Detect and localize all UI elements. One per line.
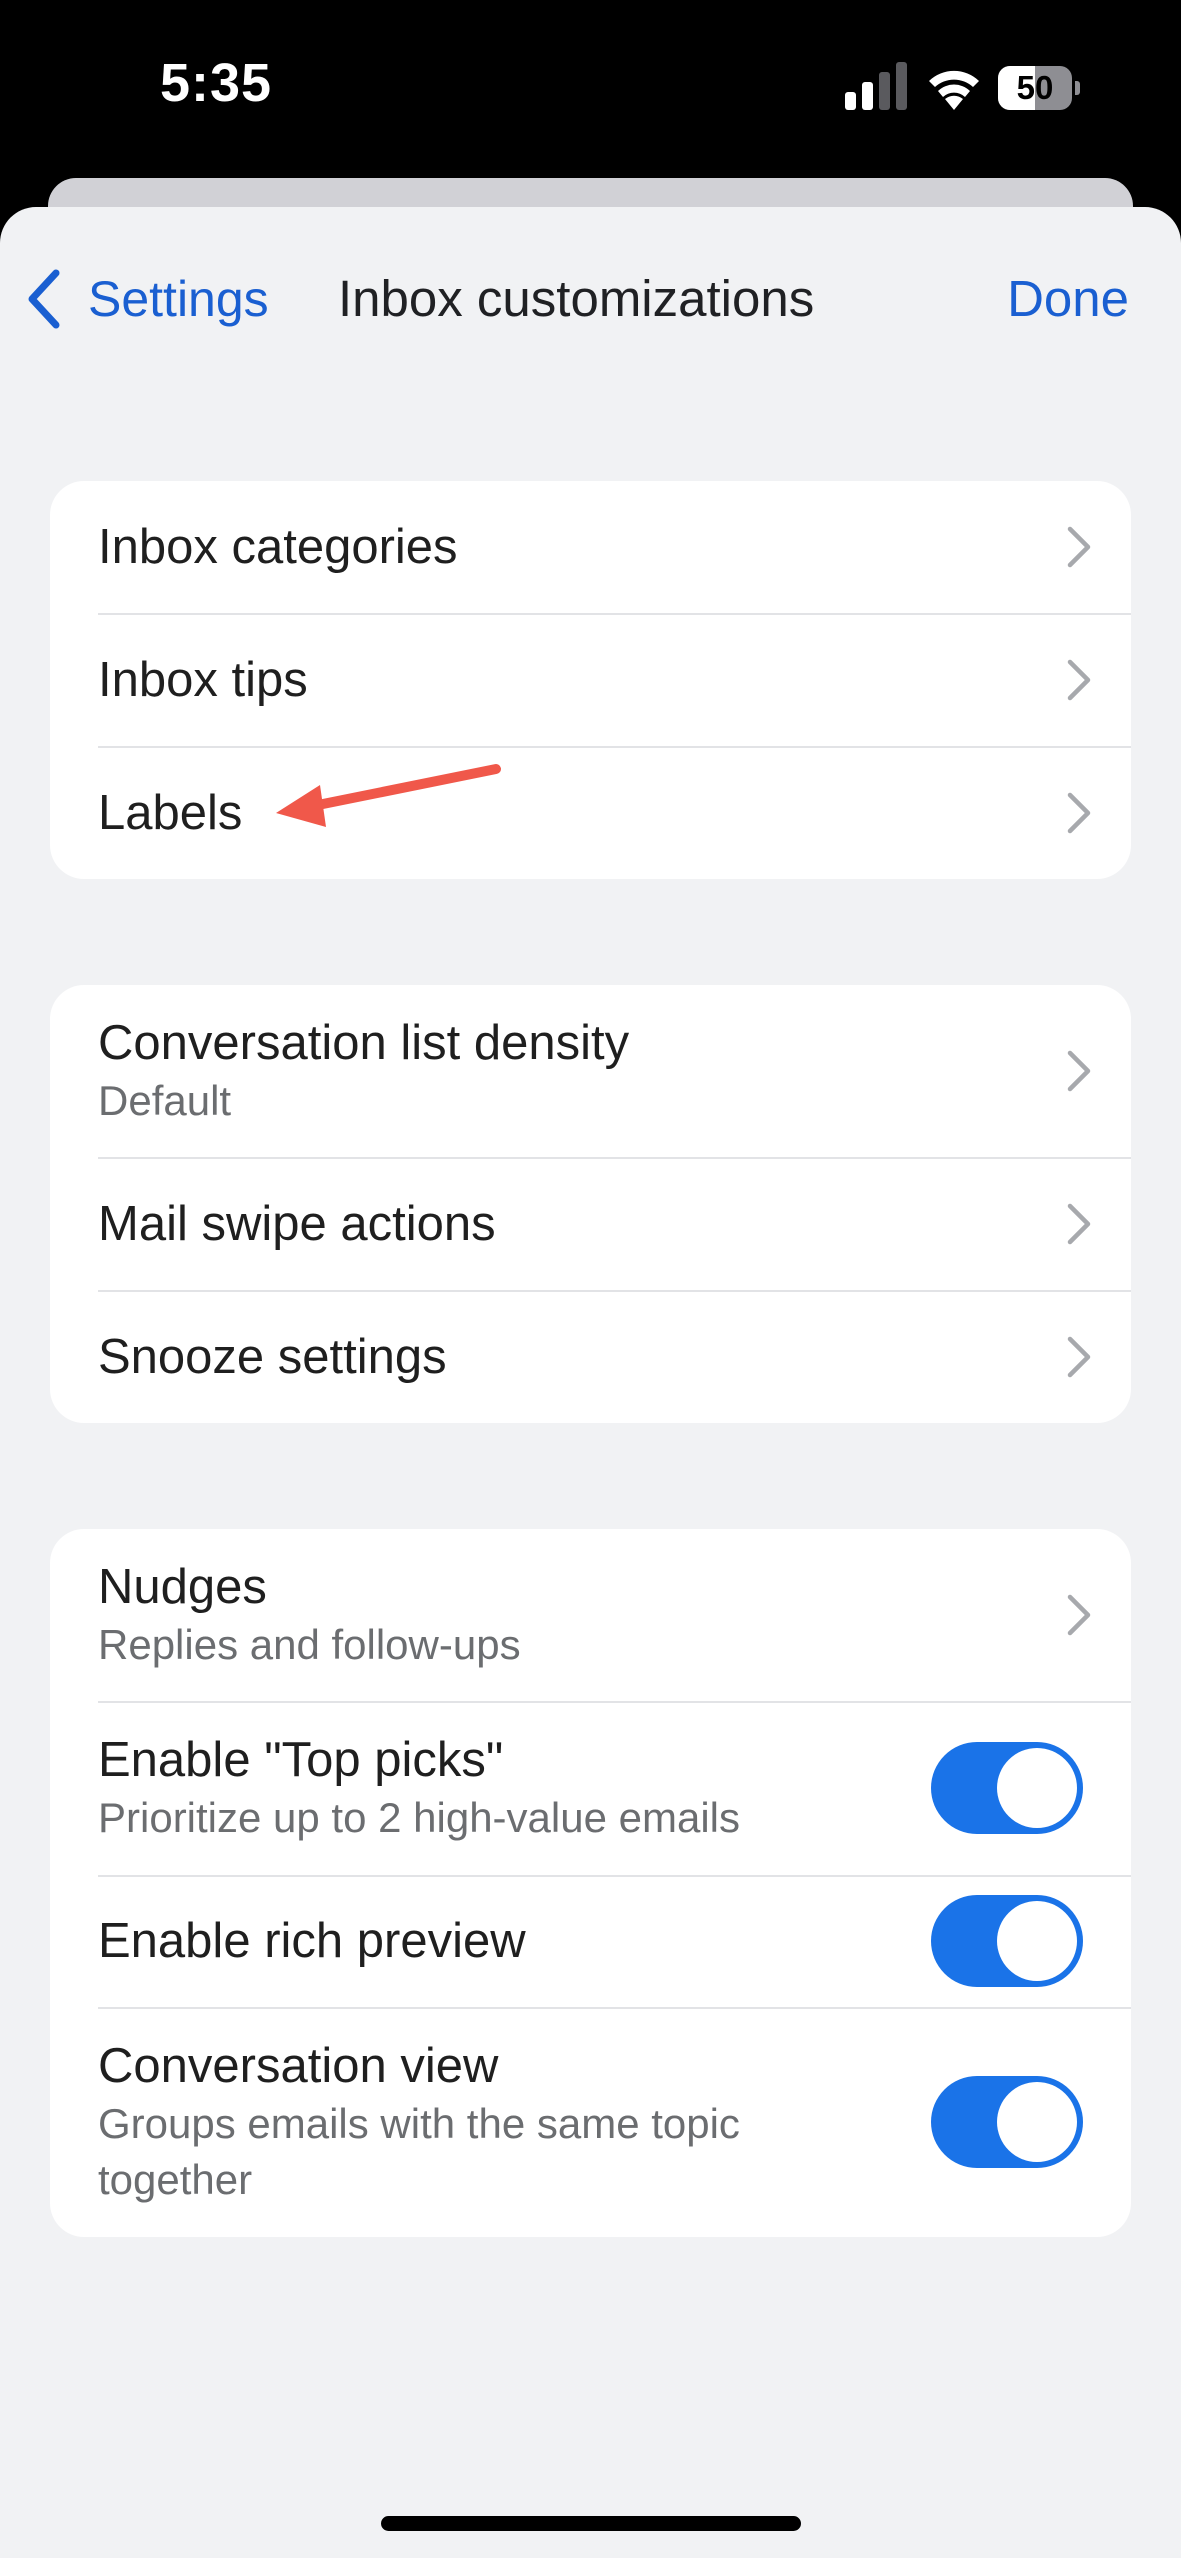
row-title: Mail swipe actions — [98, 1196, 496, 1251]
chevron-right-icon — [1067, 1336, 1091, 1377]
row-snooze-settings[interactable]: Snooze settings — [50, 1290, 1131, 1423]
row-subtitle: Groups emails with the same topic togeth… — [98, 2100, 740, 2203]
done-button[interactable]: Done — [1007, 259, 1129, 339]
row-labels[interactable]: Labels — [50, 746, 1131, 879]
wifi-icon — [929, 70, 979, 110]
chevron-left-icon — [28, 269, 60, 329]
chevron-right-icon — [1067, 1050, 1091, 1092]
row-top-picks: Enable "Top picks" Prioritize up to 2 hi… — [50, 1701, 1131, 1875]
settings-group-features: Nudges Replies and follow-ups Enable "To… — [50, 1529, 1131, 2237]
row-conversation-list-density[interactable]: Conversation list density Default — [50, 985, 1131, 1157]
row-title: Inbox categories — [98, 520, 458, 574]
row-title: Conversation list density — [98, 1016, 630, 1070]
battery-level: 50 — [1016, 69, 1054, 106]
cellular-signal-icon — [845, 62, 907, 110]
row-title: Nudges — [98, 1560, 267, 1614]
row-title: Labels — [98, 785, 243, 840]
page-title: Inbox customizations — [338, 270, 815, 327]
row-rich-preview: Enable rich preview — [50, 1875, 1131, 2007]
settings-group-inbox: Inbox categories Inbox tips Labels — [50, 481, 1131, 879]
conversation-view-toggle[interactable] — [931, 2076, 1083, 2168]
row-subtitle: Replies and follow-ups — [98, 1621, 521, 1668]
row-title: Conversation view — [98, 2039, 499, 2093]
settings-sheet: Settings Inbox customizations Done Inbox… — [0, 207, 1181, 2558]
row-mail-swipe-actions[interactable]: Mail swipe actions — [50, 1157, 1131, 1290]
row-inbox-tips[interactable]: Inbox tips — [50, 613, 1131, 746]
row-inbox-categories[interactable]: Inbox categories — [50, 481, 1131, 613]
annotation-arrow-icon — [276, 764, 501, 827]
chevron-right-icon — [1067, 792, 1091, 833]
row-title: Enable rich preview — [98, 1914, 526, 1968]
settings-group-list: Conversation list density Default Mail s… — [50, 985, 1131, 1423]
row-subtitle: Default — [98, 1077, 232, 1124]
top-picks-toggle[interactable] — [931, 1742, 1083, 1834]
row-conversation-view: Conversation view Groups emails with the… — [50, 2007, 1131, 2237]
home-indicator[interactable] — [381, 2516, 801, 2531]
row-title: Snooze settings — [98, 1329, 447, 1384]
back-label: Settings — [88, 271, 269, 327]
status-time: 5:35 — [160, 53, 273, 113]
chevron-right-icon — [1067, 1203, 1091, 1244]
row-nudges[interactable]: Nudges Replies and follow-ups — [50, 1529, 1131, 1701]
chevron-right-icon — [1067, 1594, 1091, 1636]
battery-icon: 50 — [998, 66, 1080, 110]
back-button[interactable]: Settings — [24, 259, 269, 339]
row-title: Inbox tips — [98, 652, 308, 707]
rich-preview-toggle[interactable] — [931, 1895, 1083, 1987]
chevron-right-icon — [1067, 526, 1091, 568]
status-bar: 5:35 50 — [0, 0, 1181, 180]
row-title: Enable "Top picks" — [98, 1733, 504, 1787]
nav-bar: Settings Inbox customizations Done — [0, 207, 1181, 387]
row-subtitle: Prioritize up to 2 high-value emails — [98, 1794, 740, 1841]
chevron-right-icon — [1067, 659, 1091, 700]
